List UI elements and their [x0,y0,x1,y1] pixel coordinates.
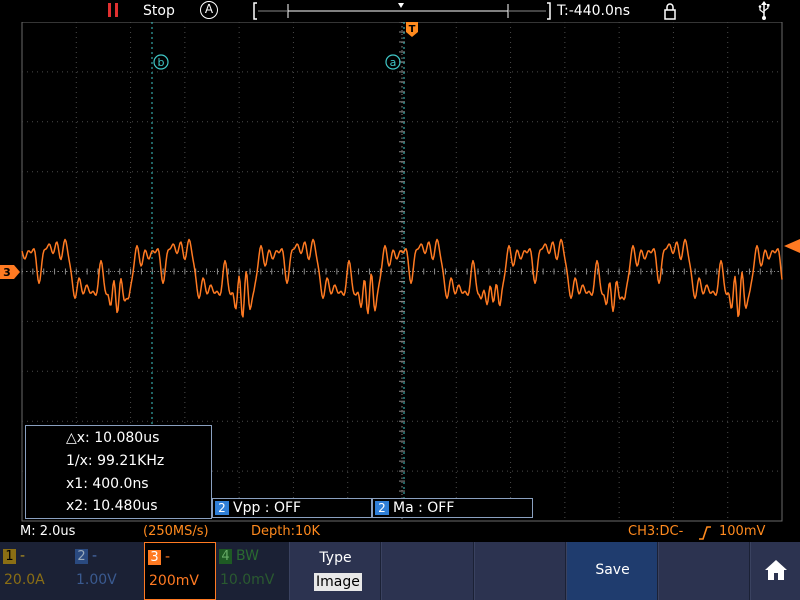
channel-4-button[interactable]: 4 BW 10.0mV [216,542,288,600]
measurement-channel-badge: 2 [215,501,229,515]
type-value: Image [314,573,362,591]
bottom-menu-bar: 1- 20.0A 2- 1.00V 3- 200mV 4 BW 10.0mV Ty… [0,542,800,600]
cursor-readout-panel: △x: 10.080us 1/x: 99.21KHz x1: 400.0ns x… [25,425,212,519]
measurement-ma-text: Ma : OFF [393,500,455,516]
channel-3-button[interactable]: 3- 200mV [144,542,216,600]
trigger-position-marker[interactable]: T [406,22,418,37]
memory-depth-readout: Depth:10K [251,524,321,539]
channel-3-coupling: - [165,549,171,565]
acquisition-status-bar: M: 2.0us (250MS/s) Depth:10K CH3:DC- 100… [0,522,800,542]
lock-icon [664,3,676,20]
rising-edge-icon [699,526,711,540]
inverse-delta-x-readout: 1/x: 99.21KHz [66,453,165,469]
measurement-vpp[interactable]: 2 Vpp : OFF [212,498,372,518]
channel-2-coupling: - [92,548,98,564]
channel-1-scale: 20.0A [4,572,45,588]
save-button[interactable]: Save [566,542,657,600]
cursor-b-marker[interactable]: b [153,54,169,70]
auto-trigger-icon[interactable]: A [200,1,218,19]
empty-menu-slot[interactable] [381,542,473,600]
trigger-source-readout[interactable]: CH3:DC- [628,524,683,539]
channel-2-button[interactable]: 2- 1.00V [72,542,144,600]
channel-3-number: 3 [148,550,161,565]
delta-x-readout: △x: 10.080us [66,430,160,446]
trigger-level-readout: 100mV [719,524,766,539]
type-menu-button[interactable]: Type Image [289,542,380,600]
memory-position-bar[interactable] [253,1,551,21]
measurement-vpp-text: Vpp : OFF [233,500,302,516]
channel-4-coupling: BW [236,548,259,564]
channel-1-number: 1 [3,549,16,564]
x1-readout: x1: 400.0ns [66,476,149,492]
empty-menu-slot[interactable] [474,542,565,600]
usb-icon [758,1,770,20]
channel-1-button[interactable]: 1- 20.0A [0,542,72,600]
channel-4-scale: 10.0mV [220,572,275,588]
pause-icon[interactable] [108,3,122,19]
type-label: Type [319,550,352,566]
channel-3-offset-marker[interactable]: 3 [0,265,22,279]
run-state-label[interactable]: Stop [143,0,175,22]
home-button[interactable] [750,542,800,600]
trigger-marker-label: T [409,24,416,35]
channel-marker-label: 3 [3,266,11,279]
measurement-channel-badge: 2 [375,501,389,515]
trigger-time-readout: T:-440.0ns [557,3,631,19]
save-label: Save [595,562,630,578]
timebase-readout[interactable]: M: 2.0us [20,524,75,539]
channel-2-scale: 1.00V [76,572,117,588]
home-icon [765,560,787,580]
trigger-level-marker[interactable] [784,238,800,254]
channel-4-number: 4 [219,549,232,564]
channel-1-coupling: - [20,548,26,564]
cursor-b-label: b [158,56,165,69]
channel-3-scale: 200mV [149,573,199,589]
x2-readout: x2: 10.480us [66,498,158,514]
measurement-ma[interactable]: 2 Ma : OFF [372,498,533,518]
channel-2-number: 2 [75,549,88,564]
sample-rate-readout: (250MS/s) [143,524,209,539]
top-status-bar: Stop A T:-440.0ns [0,0,800,22]
cursor-a-label: a [390,56,397,69]
empty-menu-slot[interactable] [658,542,749,600]
cursor-a-marker[interactable]: a [385,54,401,70]
